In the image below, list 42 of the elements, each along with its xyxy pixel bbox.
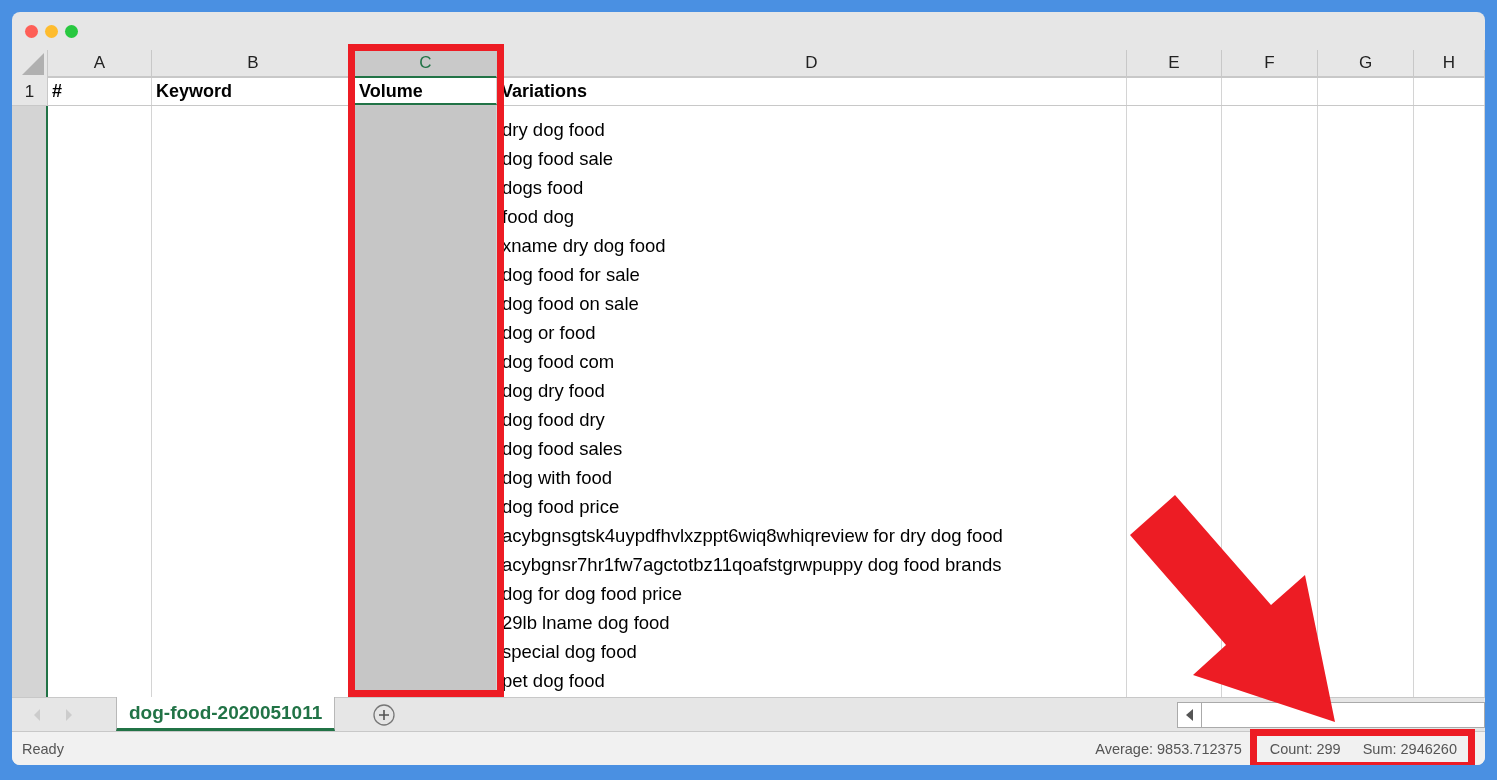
table-cell-text: acybgnsr7hr1fw7agctotbz11qoafstgrwpuppy dog food brands: [501, 553, 1003, 577]
table-cell-text: special dog food: [501, 640, 638, 664]
column-header[interactable]: H: [1414, 50, 1485, 78]
table-cell-text: dog food on sale: [501, 292, 640, 316]
chevron-left-icon[interactable]: [32, 707, 42, 722]
average-readout: Average: 9853.712375: [1095, 740, 1242, 757]
horizontal-scrollbar[interactable]: [1177, 701, 1485, 728]
add-sheet-icon[interactable]: [373, 703, 396, 726]
select-all-icon[interactable]: [22, 53, 44, 75]
column-header[interactable]: C: [355, 50, 497, 78]
table-cell-text: dog for dog food price: [501, 582, 683, 606]
table-cell-text: dog or food: [501, 321, 597, 345]
table-cell-text: dogs food: [501, 176, 585, 200]
zoom-icon[interactable]: [65, 24, 78, 38]
column-header[interactable]: A: [48, 50, 152, 78]
table-cell-text: dog dry food: [501, 379, 606, 403]
table-cell-text: dog food sales: [501, 437, 624, 461]
minimize-icon[interactable]: [45, 24, 58, 38]
column-header[interactable]: E: [1127, 50, 1222, 78]
column-header[interactable]: G: [1318, 50, 1414, 78]
chevron-right-icon[interactable]: [64, 707, 74, 722]
table-cell: #: [48, 78, 152, 105]
table-cell-text: acybgnsgtsk4uypdfhvlxzppt6wiq8whiqreview for dry dog food: [501, 524, 1004, 548]
table-cell-text: food dog: [501, 205, 575, 229]
table-cell-text: dog food dry: [501, 408, 606, 432]
table-cell-text: dog with food: [501, 466, 614, 490]
count-readout: Count: 299: [1269, 740, 1341, 757]
table-cell: Keyword: [152, 78, 355, 105]
sum-readout: Sum: 2946260: [1362, 740, 1457, 757]
close-icon[interactable]: [25, 24, 38, 38]
column-header[interactable]: F: [1222, 50, 1318, 78]
table-cell-text: dog food com: [501, 350, 616, 374]
table-cell-text: dog food for sale: [501, 263, 641, 287]
sheet-tab[interactable]: dog-food-2020051011: [116, 697, 336, 731]
table-cell-text: 29lb lname dog food: [501, 611, 671, 635]
table-cell: Variations: [497, 78, 1127, 105]
table-cell-text: dog food sale: [501, 147, 615, 171]
table-cell-text: xname dry dog food: [501, 234, 667, 258]
row-header[interactable]: 1: [12, 78, 48, 105]
table-cell-text: dog food price: [501, 495, 621, 519]
status-text: Ready: [22, 740, 64, 757]
scroll-left-icon[interactable]: [1185, 708, 1194, 721]
